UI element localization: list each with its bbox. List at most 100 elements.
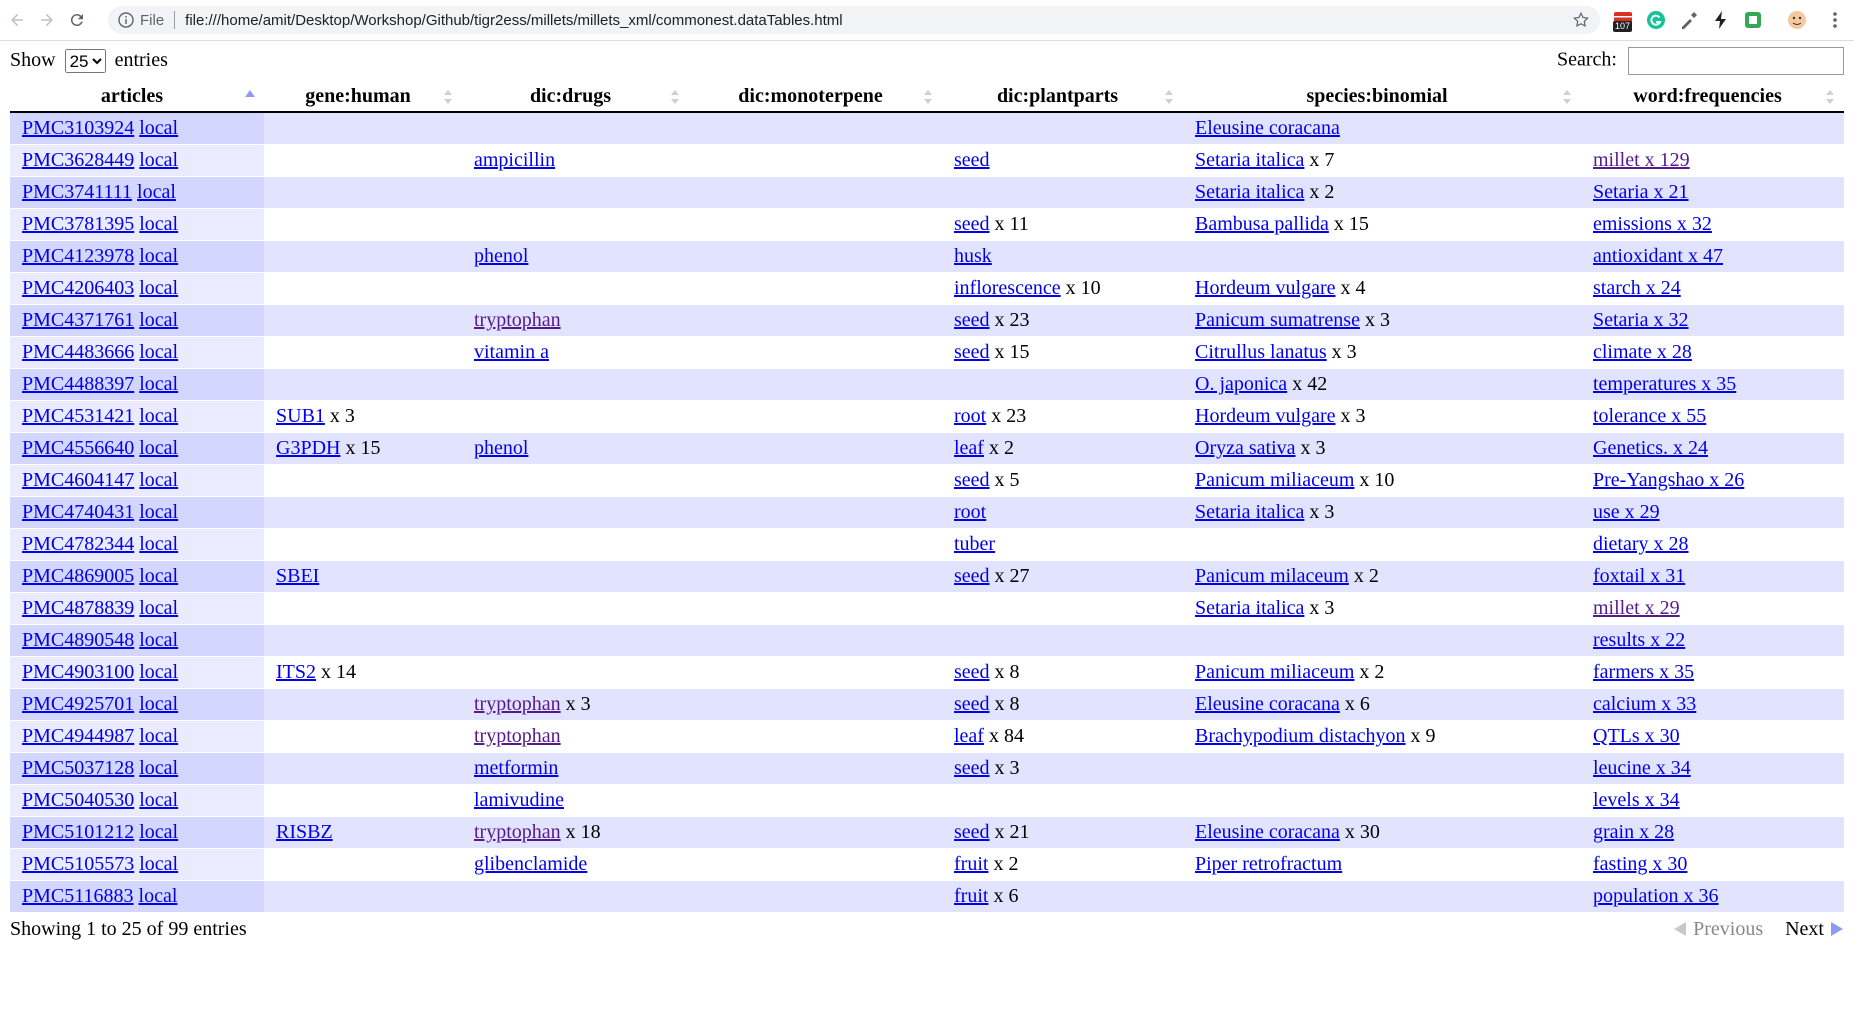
lightning-extension-icon[interactable] [1711, 10, 1731, 30]
reload-button[interactable] [64, 7, 90, 33]
local-link[interactable]: local [139, 661, 178, 683]
drug-link[interactable]: tryptophan [474, 309, 561, 331]
word-frequency-link[interactable]: levels x 34 [1593, 789, 1680, 811]
drug-link[interactable]: ampicillin [474, 149, 555, 171]
next-button[interactable]: Next [1785, 918, 1844, 941]
species-link[interactable]: Eleusine coracana [1195, 693, 1340, 715]
drug-link[interactable]: metformin [474, 757, 558, 779]
plantpart-link[interactable]: fruit [954, 885, 988, 907]
species-link[interactable]: Bambusa pallida [1195, 213, 1329, 235]
pmc-link[interactable]: PMC4782344 [22, 533, 134, 555]
pmc-link[interactable]: PMC4878839 [22, 597, 134, 619]
word-frequency-link[interactable]: use x 29 [1593, 501, 1660, 523]
local-link[interactable]: local [139, 501, 178, 523]
word-frequency-link[interactable]: emissions x 32 [1593, 213, 1712, 235]
bookmark-star-icon[interactable] [1572, 11, 1590, 29]
local-link[interactable]: local [139, 405, 178, 427]
species-link[interactable]: Eleusine coracana [1195, 821, 1340, 843]
local-link[interactable]: local [139, 309, 178, 331]
grammarly-extension-icon[interactable] [1646, 10, 1666, 30]
pmc-link[interactable]: PMC3103924 [22, 117, 134, 139]
info-icon[interactable] [118, 12, 134, 28]
word-frequency-link[interactable]: leucine x 34 [1593, 757, 1691, 779]
local-link[interactable]: local [139, 437, 178, 459]
column-header[interactable]: dic:plantparts [942, 81, 1183, 113]
back-button[interactable] [4, 7, 30, 33]
word-frequency-link[interactable]: millet x 29 [1593, 597, 1680, 619]
pmc-link[interactable]: PMC5037128 [22, 757, 134, 779]
pmc-link[interactable]: PMC5040530 [22, 789, 134, 811]
pmc-link[interactable]: PMC5101212 [22, 821, 134, 843]
plantpart-link[interactable]: seed [954, 149, 990, 171]
column-header[interactable]: dic:monoterpene [689, 81, 942, 113]
species-link[interactable]: Panicum miliaceum [1195, 661, 1354, 683]
word-frequency-link[interactable]: calcium x 33 [1593, 693, 1696, 715]
gene-link[interactable]: SBEI [276, 565, 319, 587]
local-link[interactable]: local [139, 533, 178, 555]
species-link[interactable]: Panicum sumatrense [1195, 309, 1360, 331]
pmc-link[interactable]: PMC4488397 [22, 373, 134, 395]
local-link[interactable]: local [139, 341, 178, 363]
word-frequency-link[interactable]: antioxidant x 47 [1593, 245, 1723, 267]
word-frequency-link[interactable]: starch x 24 [1593, 277, 1681, 299]
species-link[interactable]: Brachypodium distachyon [1195, 725, 1406, 747]
pmc-link[interactable]: PMC3628449 [22, 149, 134, 171]
pmc-link[interactable]: PMC4740431 [22, 501, 134, 523]
local-link[interactable]: local [139, 725, 178, 747]
word-frequency-link[interactable]: tolerance x 55 [1593, 405, 1706, 427]
plantpart-link[interactable]: leaf [954, 725, 984, 747]
plantpart-link[interactable]: tuber [954, 533, 995, 555]
local-link[interactable]: local [139, 757, 178, 779]
pmc-link[interactable]: PMC4925701 [22, 693, 134, 715]
address-bar[interactable]: File file:///home/amit/Desktop/Workshop/… [108, 6, 1600, 34]
word-frequency-link[interactable]: Genetics. x 24 [1593, 437, 1708, 459]
local-link[interactable]: local [139, 629, 178, 651]
word-frequency-link[interactable]: Pre-Yangshao x 26 [1593, 469, 1744, 491]
local-link[interactable]: local [139, 149, 178, 171]
local-link[interactable]: local [139, 693, 178, 715]
plantpart-link[interactable]: seed [954, 565, 990, 587]
plantpart-link[interactable]: seed [954, 469, 990, 491]
word-frequency-link[interactable]: foxtail x 31 [1593, 565, 1685, 587]
pmc-link[interactable]: PMC4371761 [22, 309, 134, 331]
gene-link[interactable]: G3PDH [276, 437, 340, 459]
column-header[interactable]: articles [10, 81, 264, 113]
pmc-link[interactable]: PMC3741111 [22, 181, 132, 203]
local-link[interactable]: local [139, 469, 178, 491]
plantpart-link[interactable]: seed [954, 757, 990, 779]
local-link[interactable]: local [139, 821, 178, 843]
plantpart-link[interactable]: fruit [954, 853, 988, 875]
previous-button[interactable]: Previous [1673, 918, 1763, 941]
plantpart-link[interactable]: seed [954, 661, 990, 683]
drug-link[interactable]: phenol [474, 245, 528, 267]
pmc-link[interactable]: PMC3781395 [22, 213, 134, 235]
species-link[interactable]: Panicum miliaceum [1195, 469, 1354, 491]
drug-link[interactable]: vitamin a [474, 341, 549, 363]
species-link[interactable]: Setaria italica [1195, 597, 1304, 619]
pmc-link[interactable]: PMC5116883 [22, 885, 134, 907]
plantpart-link[interactable]: seed [954, 821, 990, 843]
species-link[interactable]: Panicum milaceum [1195, 565, 1349, 587]
green-extension-icon[interactable] [1743, 10, 1763, 30]
plantpart-link[interactable]: root [954, 405, 986, 427]
local-link[interactable]: local [139, 277, 178, 299]
url-text[interactable]: file:///home/amit/Desktop/Workshop/Githu… [185, 12, 842, 29]
word-frequency-link[interactable]: QTLs x 30 [1593, 725, 1680, 747]
drug-link[interactable]: lamivudine [474, 789, 564, 811]
pmc-link[interactable]: PMC4556640 [22, 437, 134, 459]
local-link[interactable]: local [139, 245, 178, 267]
pmc-link[interactable]: PMC4206403 [22, 277, 134, 299]
word-frequency-link[interactable]: climate x 28 [1593, 341, 1692, 363]
pmc-link[interactable]: PMC5105573 [22, 853, 134, 875]
word-frequency-link[interactable]: millet x 129 [1593, 149, 1690, 171]
word-frequency-link[interactable]: Setaria x 21 [1593, 181, 1689, 203]
species-link[interactable]: Piper retrofractum [1195, 853, 1342, 875]
word-frequency-link[interactable]: Setaria x 32 [1593, 309, 1689, 331]
plantpart-link[interactable]: seed [954, 213, 990, 235]
pmc-link[interactable]: PMC4483666 [22, 341, 134, 363]
species-link[interactable]: Eleusine coracana [1195, 117, 1340, 139]
pmc-link[interactable]: PMC4890548 [22, 629, 134, 651]
pmc-link[interactable]: PMC4944987 [22, 725, 134, 747]
word-frequency-link[interactable]: population x 36 [1593, 885, 1719, 907]
species-link[interactable]: Oryza sativa [1195, 437, 1296, 459]
